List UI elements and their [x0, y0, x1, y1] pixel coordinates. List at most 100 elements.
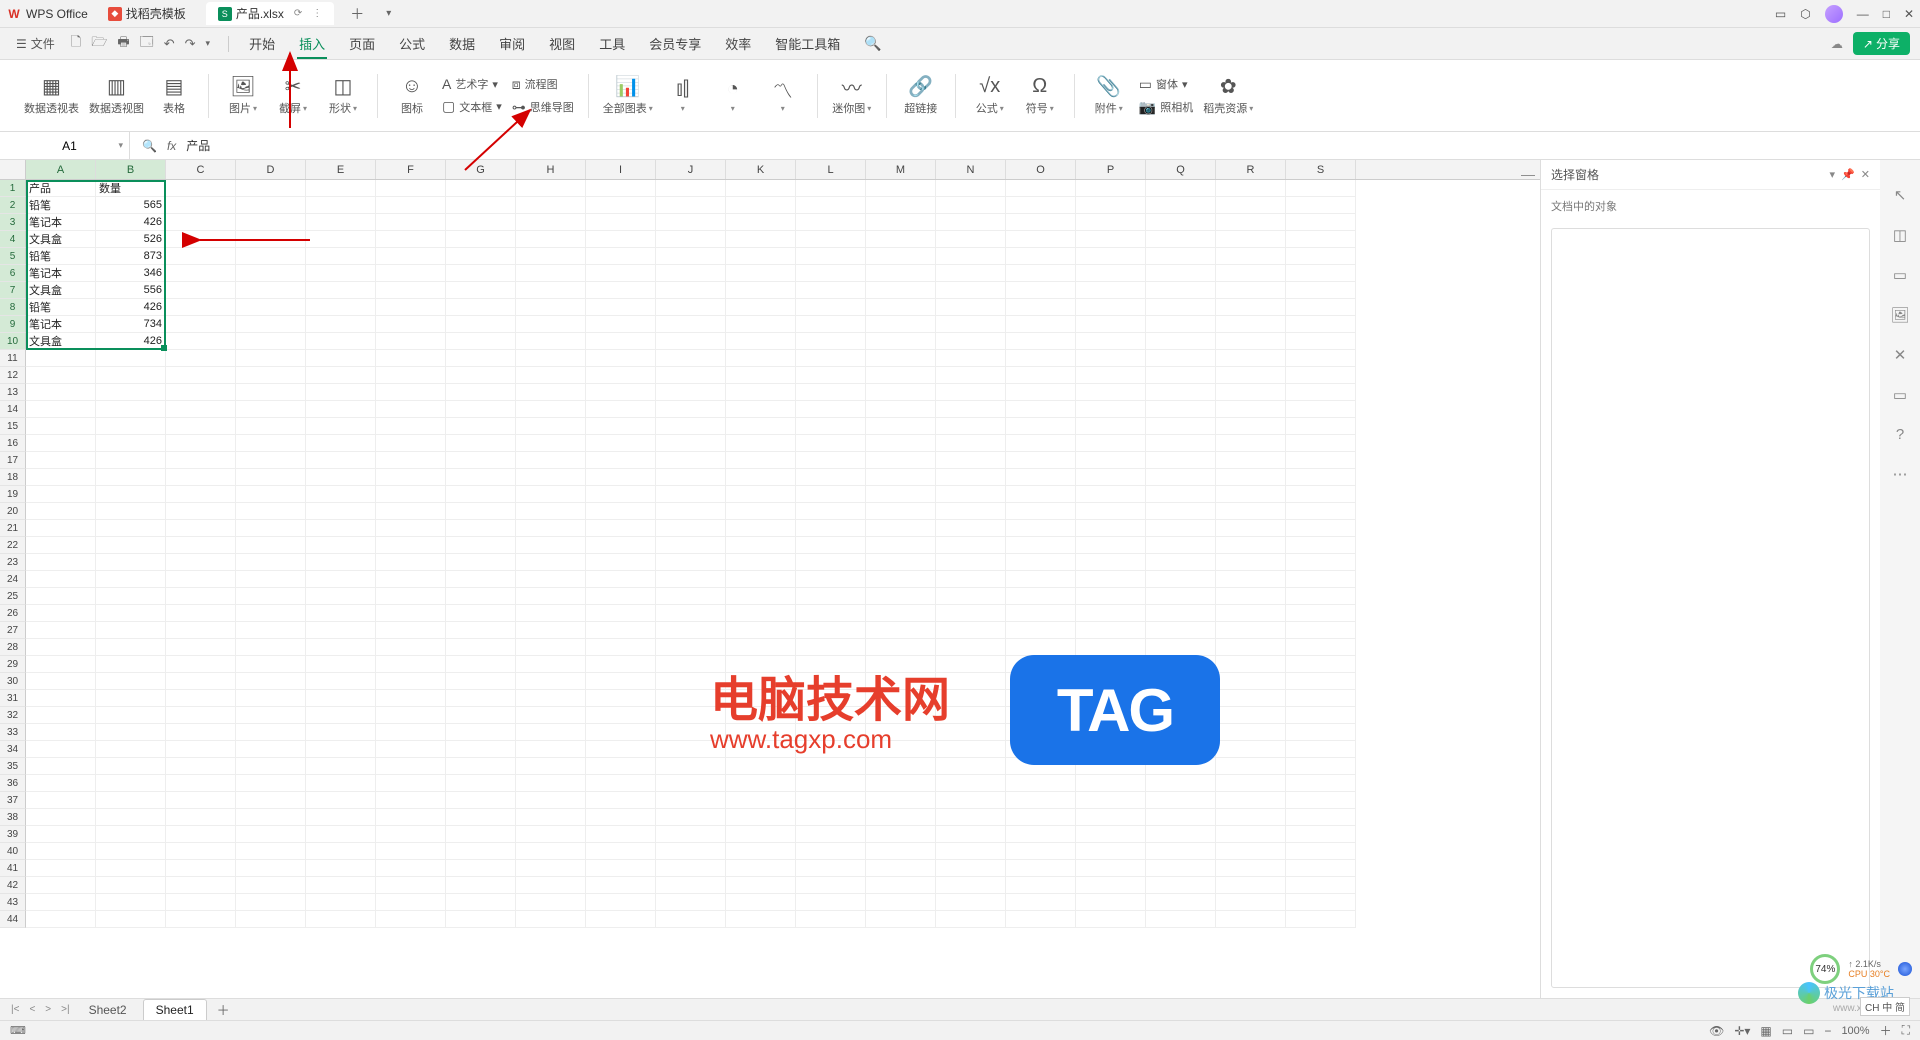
- cell[interactable]: [726, 571, 796, 588]
- cell[interactable]: [26, 911, 96, 928]
- row-header[interactable]: 18: [0, 469, 26, 486]
- cell[interactable]: [516, 571, 586, 588]
- cell[interactable]: [1286, 792, 1356, 809]
- cell[interactable]: [936, 282, 1006, 299]
- cell[interactable]: [166, 588, 236, 605]
- row-header[interactable]: 27: [0, 622, 26, 639]
- row-header[interactable]: 7: [0, 282, 26, 299]
- cell[interactable]: [236, 384, 306, 401]
- cell[interactable]: [376, 792, 446, 809]
- cell[interactable]: [376, 622, 446, 639]
- cell[interactable]: [796, 588, 866, 605]
- cell[interactable]: [1006, 741, 1076, 758]
- cell[interactable]: [376, 554, 446, 571]
- cell[interactable]: [1286, 673, 1356, 690]
- menu-tab-10[interactable]: 智能工具箱: [763, 28, 852, 59]
- cell[interactable]: [26, 571, 96, 588]
- cell[interactable]: [936, 690, 1006, 707]
- column-header[interactable]: A: [26, 160, 96, 179]
- cell[interactable]: [866, 792, 936, 809]
- cell[interactable]: [656, 180, 726, 197]
- cell[interactable]: [516, 656, 586, 673]
- cell[interactable]: [656, 809, 726, 826]
- cell[interactable]: [1076, 401, 1146, 418]
- row-header[interactable]: 15: [0, 418, 26, 435]
- cell[interactable]: [1076, 384, 1146, 401]
- cell[interactable]: [236, 248, 306, 265]
- pie-chart-button[interactable]: ◔▾: [713, 79, 753, 113]
- cell[interactable]: 426: [96, 299, 166, 316]
- cell[interactable]: [726, 656, 796, 673]
- cell[interactable]: [1076, 588, 1146, 605]
- cell[interactable]: [516, 758, 586, 775]
- cell[interactable]: [1076, 741, 1146, 758]
- cell[interactable]: [1146, 758, 1216, 775]
- cell[interactable]: [166, 469, 236, 486]
- cell[interactable]: [1216, 554, 1286, 571]
- cell[interactable]: [1006, 554, 1076, 571]
- cell[interactable]: [446, 452, 516, 469]
- cell[interactable]: [446, 350, 516, 367]
- cell[interactable]: [26, 622, 96, 639]
- cell[interactable]: [516, 860, 586, 877]
- cell[interactable]: [726, 741, 796, 758]
- cell[interactable]: [1216, 265, 1286, 282]
- cell[interactable]: [236, 469, 306, 486]
- cell[interactable]: [1286, 367, 1356, 384]
- cell[interactable]: [656, 843, 726, 860]
- cell[interactable]: [26, 894, 96, 911]
- cell[interactable]: [796, 248, 866, 265]
- cell[interactable]: [96, 605, 166, 622]
- cell[interactable]: [1216, 231, 1286, 248]
- cell[interactable]: [586, 724, 656, 741]
- cell[interactable]: [866, 554, 936, 571]
- cell[interactable]: [26, 639, 96, 656]
- cell[interactable]: [866, 690, 936, 707]
- cell[interactable]: [26, 469, 96, 486]
- cell[interactable]: [866, 860, 936, 877]
- cell[interactable]: [586, 758, 656, 775]
- cell[interactable]: [376, 469, 446, 486]
- cell[interactable]: [376, 673, 446, 690]
- cell[interactable]: [1076, 894, 1146, 911]
- cell[interactable]: [1286, 554, 1356, 571]
- cell[interactable]: [1286, 775, 1356, 792]
- cell[interactable]: [1146, 690, 1216, 707]
- cell[interactable]: [96, 894, 166, 911]
- cell[interactable]: [516, 639, 586, 656]
- tab-template[interactable]: ◆ 找稻壳模板: [96, 2, 198, 25]
- cell[interactable]: [796, 503, 866, 520]
- undo-icon[interactable]: ↶: [164, 36, 175, 52]
- cell[interactable]: [1146, 214, 1216, 231]
- cell[interactable]: [936, 758, 1006, 775]
- cell[interactable]: [376, 214, 446, 231]
- cell[interactable]: [166, 418, 236, 435]
- menu-tab-6[interactable]: 视图: [537, 28, 587, 59]
- cell[interactable]: [236, 486, 306, 503]
- cpu-ring[interactable]: 74%: [1810, 954, 1840, 984]
- cell[interactable]: [586, 265, 656, 282]
- cell[interactable]: [166, 639, 236, 656]
- cell[interactable]: [446, 809, 516, 826]
- cell[interactable]: 文具盒: [26, 282, 96, 299]
- cell[interactable]: [306, 231, 376, 248]
- cell[interactable]: [1076, 605, 1146, 622]
- cell[interactable]: [656, 690, 726, 707]
- wordart-button[interactable]: A艺术字▾: [442, 76, 502, 92]
- cell[interactable]: [936, 860, 1006, 877]
- cell[interactable]: [936, 350, 1006, 367]
- cell[interactable]: [236, 316, 306, 333]
- cell[interactable]: [1076, 707, 1146, 724]
- cell[interactable]: [1006, 503, 1076, 520]
- camera-button[interactable]: 📷照相机: [1139, 99, 1193, 116]
- column-header[interactable]: C: [166, 160, 236, 179]
- cell[interactable]: [1076, 503, 1146, 520]
- fx-icon[interactable]: fx: [167, 139, 176, 153]
- cell[interactable]: [936, 197, 1006, 214]
- cell[interactable]: 873: [96, 248, 166, 265]
- cell[interactable]: [936, 724, 1006, 741]
- cell[interactable]: [1216, 248, 1286, 265]
- cell[interactable]: [96, 792, 166, 809]
- cell[interactable]: [236, 775, 306, 792]
- cell[interactable]: [516, 452, 586, 469]
